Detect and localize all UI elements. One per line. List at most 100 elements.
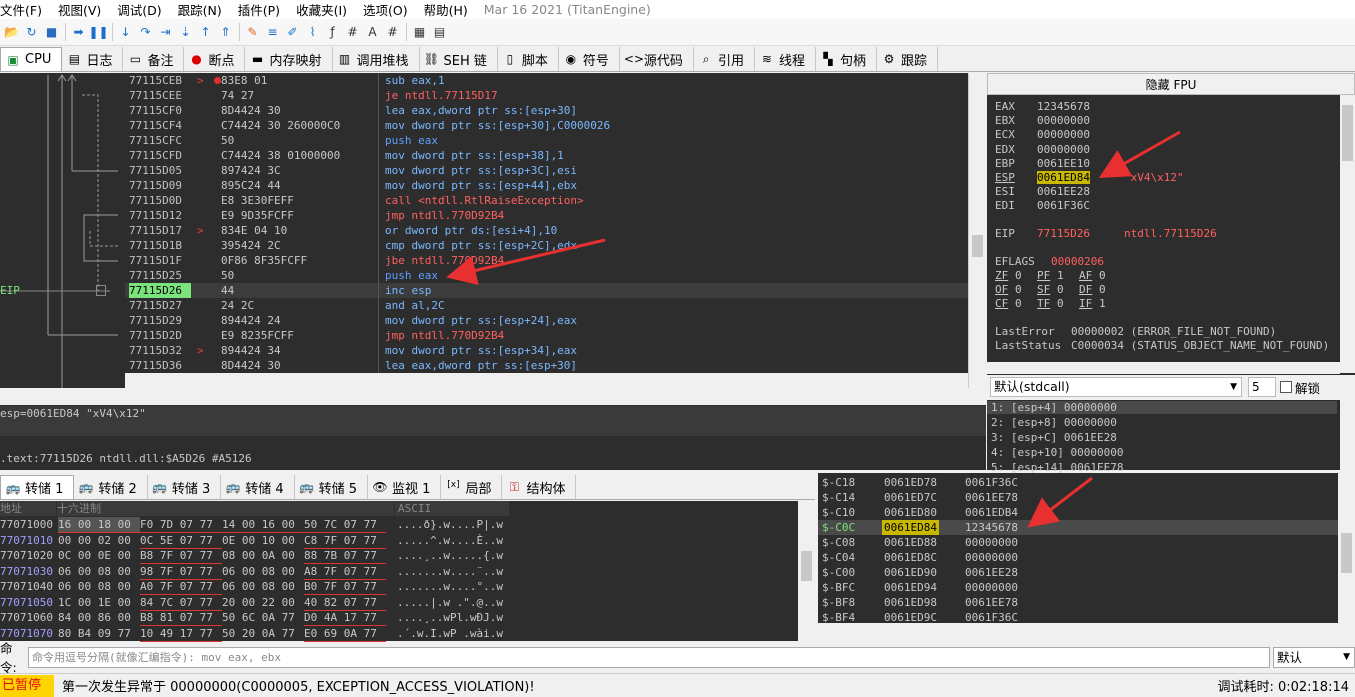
register-row[interactable]: EDI 0061F36C bbox=[995, 199, 1090, 212]
memory-icon[interactable]: ▤ bbox=[430, 23, 449, 42]
register-row[interactable]: EIP 77115D26 ntdll.77115D26 bbox=[995, 227, 1217, 240]
flag-value[interactable]: 0 bbox=[1057, 283, 1079, 296]
registers-hscroll[interactable] bbox=[987, 362, 1340, 374]
dump-row[interactable]: 77071010 00 00 02 00 0C 5E 07 77 0E 00 10 0… bbox=[0, 533, 815, 549]
menu-item-7[interactable]: 帮助(H) bbox=[424, 0, 476, 19]
register-value[interactable]: 00000206 bbox=[1051, 255, 1104, 268]
dump-hex-group[interactable]: 14 00 16 00 bbox=[222, 517, 304, 533]
hash-icon[interactable]: # bbox=[343, 23, 362, 42]
disasm-row[interactable]: 77115CFD C74424 38 01000000 mov dword ptr … bbox=[125, 148, 968, 163]
register-value[interactable]: 00000000 bbox=[1037, 114, 1090, 127]
flag-value[interactable]: 0 bbox=[1015, 269, 1037, 282]
dump-row[interactable]: 77071060 84 00 86 00 B8 81 07 77 50 6C 0A 7… bbox=[0, 610, 815, 626]
dump-hex-group[interactable]: 1C 00 1E 00 bbox=[58, 595, 140, 610]
bookmark-icon[interactable]: ⌇ bbox=[303, 23, 322, 42]
command-mode-select[interactable]: 默认 ▼ bbox=[1273, 646, 1355, 668]
registers-panel[interactable]: 隐藏 FPU EAX 12345678 EBX 00000000 ECX 00000000… bbox=[987, 73, 1355, 388]
dump-hex-group[interactable]: 06 00 08 00 bbox=[58, 579, 140, 594]
stack-row[interactable]: $-C08 0061ED88 00000000 bbox=[818, 535, 1338, 550]
stack-row[interactable]: $-C10 0061ED80 0061EDB4 bbox=[818, 505, 1338, 520]
disassembly-hscroll[interactable] bbox=[125, 373, 968, 388]
stack-value[interactable]: 0061EE78 bbox=[965, 595, 1018, 610]
register-value[interactable]: 00000002 (ERROR_FILE_NOT_FOUND) bbox=[1071, 325, 1276, 338]
step-over-icon[interactable]: ↷ bbox=[136, 23, 155, 42]
register-value[interactable]: 00000000 bbox=[1037, 143, 1090, 156]
dump-tab-6[interactable]: [x] 局部 bbox=[441, 475, 503, 499]
stack-row[interactable]: $-C0C 0061ED84 12345678 bbox=[818, 520, 1338, 535]
dump-hex-group[interactable]: 0C 00 0E 00 bbox=[58, 548, 140, 563]
tab-13[interactable]: ⚙ 跟踪 bbox=[877, 47, 938, 71]
flag-value[interactable]: 1 bbox=[1057, 269, 1079, 282]
dump-hex-group[interactable]: 84 7C 07 77 bbox=[140, 595, 222, 611]
stack-value[interactable]: 00000000 bbox=[965, 550, 1018, 565]
dump-row[interactable]: 77071020 0C 00 0E 00 B8 7F 07 77 08 00 0A 0… bbox=[0, 548, 815, 564]
register-row[interactable]: ECX 00000000 bbox=[995, 128, 1090, 141]
dump-hex-group[interactable]: 88 7B 07 77 bbox=[304, 548, 386, 564]
open-icon[interactable]: 📂 bbox=[2, 23, 21, 42]
dump-tab-2[interactable]: 🚌 转储 3 bbox=[148, 475, 222, 499]
case-icon[interactable]: A bbox=[363, 23, 382, 42]
tab-9[interactable]: <> 源代码 bbox=[620, 47, 694, 71]
registers-vscroll[interactable] bbox=[1340, 95, 1355, 373]
scroll-thumb[interactable] bbox=[1342, 105, 1353, 161]
register-row[interactable]: EFLAGS 00000206 bbox=[995, 255, 1104, 268]
pause-icon[interactable]: ❚❚ bbox=[88, 23, 108, 42]
stack-value[interactable]: 0061EE78 bbox=[965, 490, 1018, 505]
tab-1[interactable]: ▤ 日志 bbox=[62, 47, 124, 71]
disasm-row[interactable]: 77115D1B 395424 2C cmp dword ptr ss:[esp+2… bbox=[125, 238, 968, 253]
stack-value[interactable]: 00000000 bbox=[965, 580, 1018, 595]
dump-hex-group[interactable]: C8 7F 07 77 bbox=[304, 533, 386, 549]
dump-hex-group[interactable]: 16 00 18 00 bbox=[58, 517, 140, 533]
register-row[interactable]: ESI 0061EE28 bbox=[995, 185, 1090, 198]
menu-item-5[interactable]: 收藏夹(I) bbox=[296, 0, 355, 19]
disasm-row[interactable]: 77115CEB >83E8 01 sub eax,1 bbox=[125, 73, 968, 88]
step-out-icon[interactable]: ↑ bbox=[196, 23, 215, 42]
scroll-thumb[interactable] bbox=[801, 551, 812, 581]
dump-hex-group[interactable]: F0 7D 07 77 bbox=[140, 517, 222, 533]
flag-value[interactable]: 0 bbox=[1099, 269, 1121, 282]
disasm-row[interactable]: 77115D2D E9 8235FCFF jmp ntdll.770D92B4 bbox=[125, 328, 968, 343]
label-icon[interactable]: ✐ bbox=[283, 23, 302, 42]
stack-view[interactable]: $-C18 0061ED78 0061F36C $-C14 0061ED7C 0061EE… bbox=[818, 473, 1338, 624]
dump-hex-group[interactable]: 80 B4 09 77 bbox=[58, 626, 140, 641]
disasm-row[interactable]: 77115D12 E9 9D35FCFF jmp ntdll.770D92B4 bbox=[125, 208, 968, 223]
menu-item-4[interactable]: 插件(P) bbox=[238, 0, 288, 19]
disasm-row[interactable]: 77115CF4 C74424 30 260000C0 mov dword ptr … bbox=[125, 118, 968, 133]
tab-7[interactable]: ▯ 脚本 bbox=[498, 47, 559, 71]
disasm-row[interactable]: 77115D17 >834E 04 10 or dword ptr ds:[esi+… bbox=[125, 223, 968, 238]
register-value[interactable]: 77115D26 bbox=[1037, 227, 1090, 240]
tab-12[interactable]: ▚ 句柄 bbox=[816, 47, 877, 71]
dump-hex-group[interactable]: 06 00 08 00 bbox=[58, 564, 140, 579]
dump-hex-group[interactable]: 50 20 0A 77 bbox=[222, 626, 304, 641]
dump-hex-group[interactable]: 50 6C 0A 77 bbox=[222, 610, 304, 625]
scroll-thumb[interactable] bbox=[972, 235, 983, 257]
stack-value[interactable]: 0061EE28 bbox=[965, 565, 1018, 580]
disasm-row[interactable]: 77115D1F 0F86 8F35FCFF jbe ntdll.770D92B4 bbox=[125, 253, 968, 268]
run-icon[interactable]: ➡ bbox=[69, 23, 88, 42]
register-value[interactable]: 12345678 bbox=[1037, 100, 1090, 113]
function-icon[interactable]: ƒ bbox=[323, 23, 342, 42]
stack-row[interactable]: $-C14 0061ED7C 0061EE78 bbox=[818, 490, 1338, 505]
stack-value[interactable]: 00000000 bbox=[965, 535, 1018, 550]
argument-row[interactable]: 2: [esp+8] 00000000 bbox=[991, 416, 1117, 429]
unlock-checkbox[interactable] bbox=[1280, 381, 1292, 393]
dump-hex-group[interactable]: 06 00 08 00 bbox=[222, 579, 304, 594]
disasm-row[interactable]: 77115D27 24 2C and al,2C bbox=[125, 298, 968, 313]
command-input[interactable]: 命令用逗号分隔(就像汇编指令): mov eax, ebx bbox=[28, 646, 1270, 668]
dump-view[interactable]: 地址 十六进制 ASCII 77071000 16 00 18 00 F0 7D 0… bbox=[0, 501, 815, 642]
argument-row[interactable]: 3: [esp+C] 0061EE28 bbox=[991, 431, 1117, 444]
dump-row[interactable]: 77071030 06 00 08 00 98 7F 07 77 06 00 08 0… bbox=[0, 564, 815, 580]
menu-item-2[interactable]: 调试(D) bbox=[117, 0, 169, 19]
stack-value[interactable]: 0061F36C bbox=[965, 475, 1018, 490]
menu-item-6[interactable]: 选项(O) bbox=[363, 0, 416, 19]
register-value[interactable]: 0061F36C bbox=[1037, 199, 1090, 212]
register-value[interactable]: 0061ED84 bbox=[1037, 171, 1090, 184]
tab-2[interactable]: ▭ 备注 bbox=[123, 47, 185, 71]
dump-row[interactable]: 77071050 1C 00 1E 00 84 7C 07 77 20 00 22 0… bbox=[0, 595, 815, 611]
register-value[interactable]: 0061EE28 bbox=[1037, 185, 1090, 198]
dump-tab-0[interactable]: 🚌 转储 1 bbox=[0, 475, 75, 499]
dump-hex-group[interactable]: B8 7F 07 77 bbox=[140, 548, 222, 564]
dump-row[interactable]: 77071070 80 B4 09 77 10 49 17 77 50 20 0A 7… bbox=[0, 626, 815, 642]
dump-tab-7[interactable]: ⚿ 结构体 bbox=[502, 475, 577, 499]
dump-hex-group[interactable]: 50 7C 07 77 bbox=[304, 517, 386, 533]
